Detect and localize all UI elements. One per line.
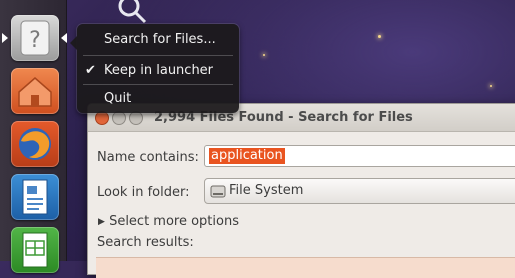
launcher-item-firefox[interactable] — [11, 121, 59, 167]
star-decoration — [263, 54, 265, 56]
name-contains-input[interactable]: application — [204, 145, 515, 167]
star-decoration — [378, 35, 381, 38]
name-contains-label: Name contains: — [97, 150, 199, 165]
spreadsheet-icon — [22, 232, 48, 268]
maximize-button[interactable] — [129, 111, 143, 125]
search-magnifier-icon — [118, 0, 147, 24]
look-in-folder-label: Look in folder: — [97, 185, 190, 200]
home-folder-icon — [18, 77, 52, 107]
quicklist-separator — [83, 84, 233, 85]
launcher: ? — [0, 0, 67, 273]
firefox-icon — [19, 128, 51, 160]
checkmark-icon: ✔ — [85, 63, 96, 78]
quicklist-separator — [83, 55, 233, 56]
drive-icon — [210, 185, 226, 198]
launcher-quicklist: Search for Files... ✔ Keep in launcher Q… — [70, 24, 239, 113]
quicklist-item-label: Search for Files... — [104, 32, 216, 47]
launcher-focus-pip — [61, 33, 67, 43]
quicklist-pointer — [70, 36, 77, 50]
quicklist-item-label: Quit — [104, 91, 132, 106]
quicklist-item-keep-in-launcher[interactable]: ✔ Keep in launcher — [77, 59, 239, 83]
star-decoration — [490, 85, 492, 87]
expander-arrow-icon: ▶ — [98, 217, 105, 227]
launcher-item-home-folder[interactable] — [11, 68, 59, 114]
minimize-button[interactable] — [112, 111, 126, 125]
launcher-item-writer[interactable] — [11, 174, 59, 220]
launcher-item-calc[interactable] — [11, 227, 59, 273]
quicklist-item-quit[interactable]: Quit — [77, 87, 239, 111]
quicklist-item-search-for-files[interactable]: Search for Files... — [77, 28, 239, 52]
launcher-active-pip — [2, 33, 8, 43]
document-icon — [22, 179, 48, 215]
svg-text:?: ? — [29, 28, 41, 53]
name-contains-selected-text: application — [209, 148, 285, 164]
look-in-folder-combo[interactable]: File System — [204, 178, 515, 204]
question-mark-icon: ? — [20, 20, 50, 56]
look-in-folder-value: File System — [229, 183, 304, 198]
search-results-label: Search results: — [97, 235, 194, 250]
search-results-list[interactable] — [96, 257, 515, 278]
quicklist-item-label: Keep in launcher — [104, 63, 214, 78]
select-more-options-label: Select more options — [109, 214, 239, 229]
close-button[interactable] — [95, 111, 109, 125]
launcher-item-help[interactable]: ? — [11, 15, 59, 61]
search-for-files-window: 2,994 Files Found - Search for Files Nam… — [87, 103, 515, 278]
select-more-options-expander[interactable]: ▶ Select more options — [98, 214, 239, 229]
